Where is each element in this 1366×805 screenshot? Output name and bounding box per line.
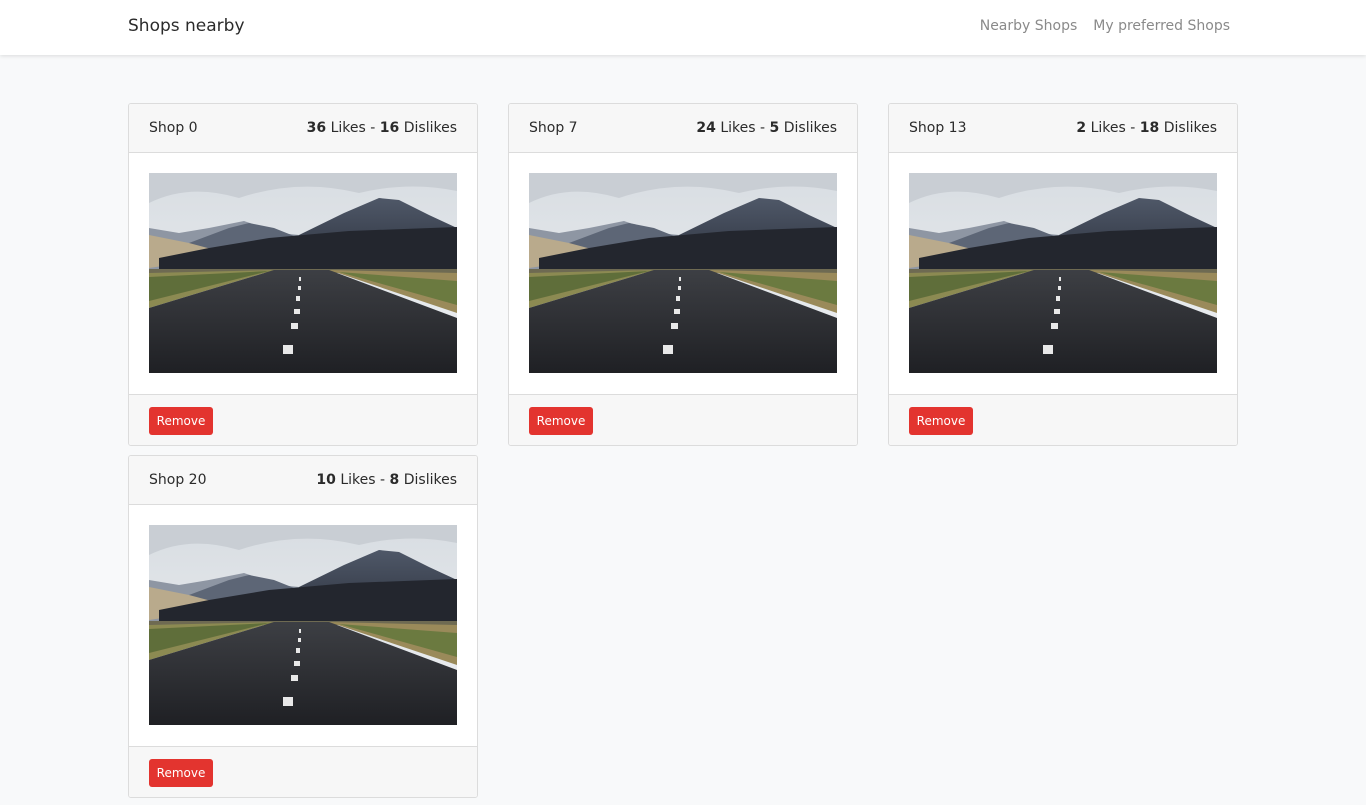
shop-image (149, 525, 457, 725)
shop-rating: 24 Likes - 5 Dislikes (696, 120, 837, 136)
shop-card-footer: Remove (889, 394, 1237, 445)
likes-count: 24 (696, 120, 716, 136)
nav-link-nearby-shops[interactable]: Nearby Shops (980, 18, 1078, 34)
shop-card-header: Shop 7 24 Likes - 5 Dislikes (509, 104, 857, 153)
shop-card-body (129, 505, 477, 746)
remove-button[interactable]: Remove (149, 407, 213, 435)
shop-card-header: Shop 13 2 Likes - 18 Dislikes (889, 104, 1237, 153)
shop-card-footer: Remove (509, 394, 857, 445)
dislikes-label: Dislikes (403, 120, 457, 136)
shop-card-header: Shop 0 36 Likes - 16 Dislikes (129, 104, 477, 153)
shop-card: Shop 0 36 Likes - 16 Dislikes Remove (128, 103, 478, 446)
likes-count: 2 (1076, 120, 1087, 136)
shop-card-header: Shop 20 10 Likes - 8 Dislikes (129, 456, 477, 505)
shop-name: Shop 13 (909, 120, 967, 136)
dislikes-count: 8 (389, 472, 400, 488)
shop-card-footer: Remove (129, 394, 477, 445)
dislikes-count: 18 (1139, 120, 1160, 136)
top-navbar: Shops nearby Nearby Shops My preferred S… (0, 0, 1366, 55)
remove-button[interactable]: Remove (529, 407, 593, 435)
shop-card-body (509, 153, 857, 394)
shop-rating: 2 Likes - 18 Dislikes (1076, 120, 1217, 136)
likes-count: 10 (316, 472, 336, 488)
rating-separator: - (1130, 120, 1136, 136)
shop-name: Shop 20 (149, 472, 207, 488)
shop-card-body (889, 153, 1237, 394)
rating-separator: - (370, 120, 376, 136)
dislikes-count: 16 (379, 120, 400, 136)
shop-name: Shop 0 (149, 120, 198, 136)
shop-card: Shop 13 2 Likes - 18 Dislikes Remove (888, 103, 1238, 446)
remove-button[interactable]: Remove (149, 759, 213, 787)
likes-label: Likes (330, 120, 366, 136)
shop-card: Shop 7 24 Likes - 5 Dislikes Remove (508, 103, 858, 446)
likes-label: Likes (720, 120, 756, 136)
dislikes-label: Dislikes (1163, 120, 1217, 136)
shop-card: Shop 20 10 Likes - 8 Dislikes Remove (128, 455, 478, 798)
remove-button[interactable]: Remove (909, 407, 973, 435)
brand-title[interactable]: Shops nearby (128, 16, 245, 36)
likes-count: 36 (306, 120, 327, 136)
shop-image (909, 173, 1217, 373)
likes-label: Likes (340, 472, 376, 488)
shop-card-body (129, 153, 477, 394)
dislikes-count: 5 (769, 120, 780, 136)
shop-image (529, 173, 837, 373)
shop-grid: Shop 0 36 Likes - 16 Dislikes Remove Sho… (128, 103, 1238, 798)
shop-rating: 10 Likes - 8 Dislikes (316, 472, 457, 488)
likes-label: Likes (1090, 120, 1126, 136)
nav-links: Nearby Shops My preferred Shops (980, 18, 1230, 34)
rating-separator: - (760, 120, 766, 136)
dislikes-label: Dislikes (783, 120, 837, 136)
shop-rating: 36 Likes - 16 Dislikes (307, 120, 457, 136)
shop-image (149, 173, 457, 373)
shop-name: Shop 7 (529, 120, 578, 136)
nav-link-preferred-shops[interactable]: My preferred Shops (1093, 18, 1230, 34)
rating-separator: - (380, 472, 386, 488)
shop-card-footer: Remove (129, 746, 477, 797)
dislikes-label: Dislikes (403, 472, 457, 488)
